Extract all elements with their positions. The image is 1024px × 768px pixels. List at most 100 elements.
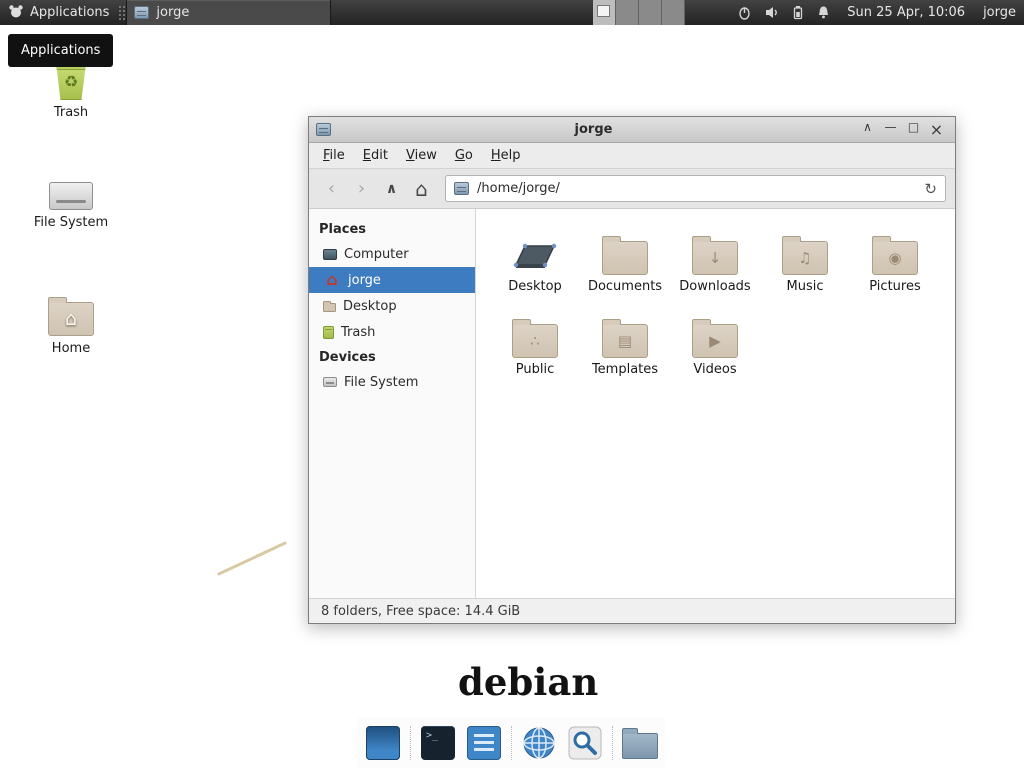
workspace-3[interactable] <box>639 0 662 25</box>
file-videos[interactable]: ▶ Videos <box>670 306 760 377</box>
folder-icon: ↓ <box>692 223 738 275</box>
file-view[interactable]: Desktop Documents ↓ Downloads ♫Music ◉ Picture… <box>476 209 955 598</box>
folder-icon: ▤ <box>602 306 648 358</box>
top-panel: Applications jorge Sun 25 Apr, 10:06 jor… <box>0 0 1024 25</box>
menu-item-go[interactable]: Go <box>446 148 482 163</box>
minimize-button[interactable]: — <box>879 120 902 139</box>
path-bar[interactable]: /home/jorge/ ↻ <box>445 175 946 202</box>
path-folder-icon <box>454 182 469 195</box>
close-button[interactable]: × <box>925 120 948 139</box>
folder-shape <box>602 241 648 275</box>
debian-swirl-graphic <box>217 541 287 576</box>
titlebar[interactable]: jorge ∧—□× <box>309 117 955 143</box>
home-folder-icon: ⌂ <box>48 294 94 336</box>
trash-icon <box>323 326 334 339</box>
folder-icon <box>323 303 336 312</box>
sidebar-item-desktop[interactable]: Desktop <box>309 293 475 319</box>
window-icon <box>316 123 331 136</box>
drive-shape <box>49 182 93 210</box>
taskbar-window-label: jorge <box>156 5 189 20</box>
desktop-icon-label: Trash <box>54 105 88 120</box>
desktop-icon-home[interactable]: ⌂ Home <box>48 294 94 356</box>
sidebar-item-computer[interactable]: Computer <box>309 241 475 267</box>
mouse-icon[interactable] <box>731 0 758 25</box>
workspace-1[interactable] <box>593 0 616 25</box>
forward-button[interactable]: › <box>348 175 375 202</box>
launcher-settings[interactable] <box>465 724 503 762</box>
launcher-terminal[interactable] <box>419 724 457 762</box>
file-documents[interactable]: Documents <box>580 223 670 294</box>
dock <box>358 717 665 768</box>
file-desktop[interactable]: Desktop <box>490 223 580 294</box>
desktop-icon-file-system[interactable]: File System <box>34 168 108 230</box>
menu-item-edit[interactable]: Edit <box>354 148 397 163</box>
launcher-appfinder[interactable] <box>566 724 604 762</box>
home-button[interactable]: ⌂ <box>408 175 435 202</box>
sidebar-item-file-system[interactable]: File System <box>309 369 475 395</box>
file-templates[interactable]: ▤Templates <box>580 306 670 377</box>
volume-icon[interactable] <box>758 0 786 25</box>
maximize-button[interactable]: □ <box>902 120 925 139</box>
menu-item-view[interactable]: View <box>397 148 446 163</box>
dock-separator <box>612 726 613 760</box>
workspace-2[interactable] <box>616 0 639 25</box>
folder-icon: ♫ <box>782 223 828 275</box>
sidebar-places-list: Computer jorge Desktop Trash <box>309 241 475 345</box>
desktop-icons: ♻ Trash File System ⌂ Home <box>24 58 118 404</box>
menu-item-help[interactable]: Help <box>482 148 530 163</box>
taskbar-window-button[interactable]: jorge <box>126 0 331 25</box>
window-controls: ∧—□× <box>856 120 948 139</box>
applications-tooltip: Applications <box>8 34 113 67</box>
file-label: Desktop <box>508 279 562 294</box>
places-header: Places <box>309 217 475 241</box>
notifications-icon[interactable] <box>810 0 837 25</box>
desktop-icon-trash[interactable]: ♻ Trash <box>54 58 88 120</box>
clock[interactable]: Sun 25 Apr, 10:06 <box>837 0 975 25</box>
file-label: Downloads <box>679 279 750 294</box>
battery-icon[interactable] <box>786 0 810 25</box>
sidebar-item-label: File System <box>344 375 418 390</box>
recycle-glyph: ♻ <box>64 74 78 90</box>
panel-spacer <box>331 0 593 25</box>
sidebar-devices-list: File System <box>309 369 475 395</box>
applications-menu-button[interactable]: Applications <box>0 0 117 25</box>
sidebar-item-label: Desktop <box>343 299 397 314</box>
folder-shape: ▶ <box>692 324 738 358</box>
folder-icon: ▶ <box>692 306 738 358</box>
back-button[interactable]: ‹ <box>318 175 345 202</box>
debian-wallpaper-logo: debian <box>458 660 598 704</box>
file-music[interactable]: ♫Music <box>760 223 850 294</box>
file-public[interactable]: ∴Public <box>490 306 580 377</box>
refresh-icon[interactable]: ↻ <box>924 180 937 198</box>
file-label: Pictures <box>869 279 920 294</box>
sidebar-item-label: jorge <box>348 273 381 288</box>
folder-icon: ◉ <box>872 223 918 275</box>
file-downloads[interactable]: ↓ Downloads <box>670 223 760 294</box>
launcher-filemanager[interactable] <box>621 724 659 762</box>
panel-handle[interactable] <box>118 5 125 20</box>
file-label: Videos <box>693 362 736 377</box>
file-label: Documents <box>588 279 662 294</box>
desktop-icon-label: Home <box>52 341 90 356</box>
sidebar-item-jorge[interactable]: jorge <box>309 267 475 293</box>
applications-menu-label: Applications <box>30 5 109 20</box>
file-pictures[interactable]: ◉ Pictures <box>850 223 940 294</box>
sidebar-item-trash[interactable]: Trash <box>309 319 475 345</box>
drive-icon <box>323 377 337 387</box>
toolbar: ‹ › ∧ ⌂ /home/jorge/ ↻ <box>309 169 955 209</box>
shade-button[interactable]: ∧ <box>856 120 879 139</box>
up-button[interactable]: ∧ <box>378 175 405 202</box>
folder-icon <box>602 223 648 275</box>
launcher-desktop[interactable] <box>364 724 402 762</box>
menu-item-file[interactable]: File <box>314 148 354 163</box>
devices-header: Devices <box>309 345 475 369</box>
xfce-mouse-icon <box>8 3 24 23</box>
sidebar: Places Computer jorge Desktop Trash Devices… <box>309 209 476 598</box>
home-folder-shape: ⌂ <box>48 302 94 336</box>
path-input[interactable]: /home/jorge/ <box>477 181 916 196</box>
launcher-browser[interactable] <box>520 724 558 762</box>
workspace-4[interactable] <box>662 0 685 25</box>
folder-shape: ▤ <box>602 324 648 358</box>
file-grid: Desktop Documents ↓ Downloads ♫Music ◉ Picture… <box>490 223 955 377</box>
camera-emblem-icon: ◉ <box>873 242 917 274</box>
